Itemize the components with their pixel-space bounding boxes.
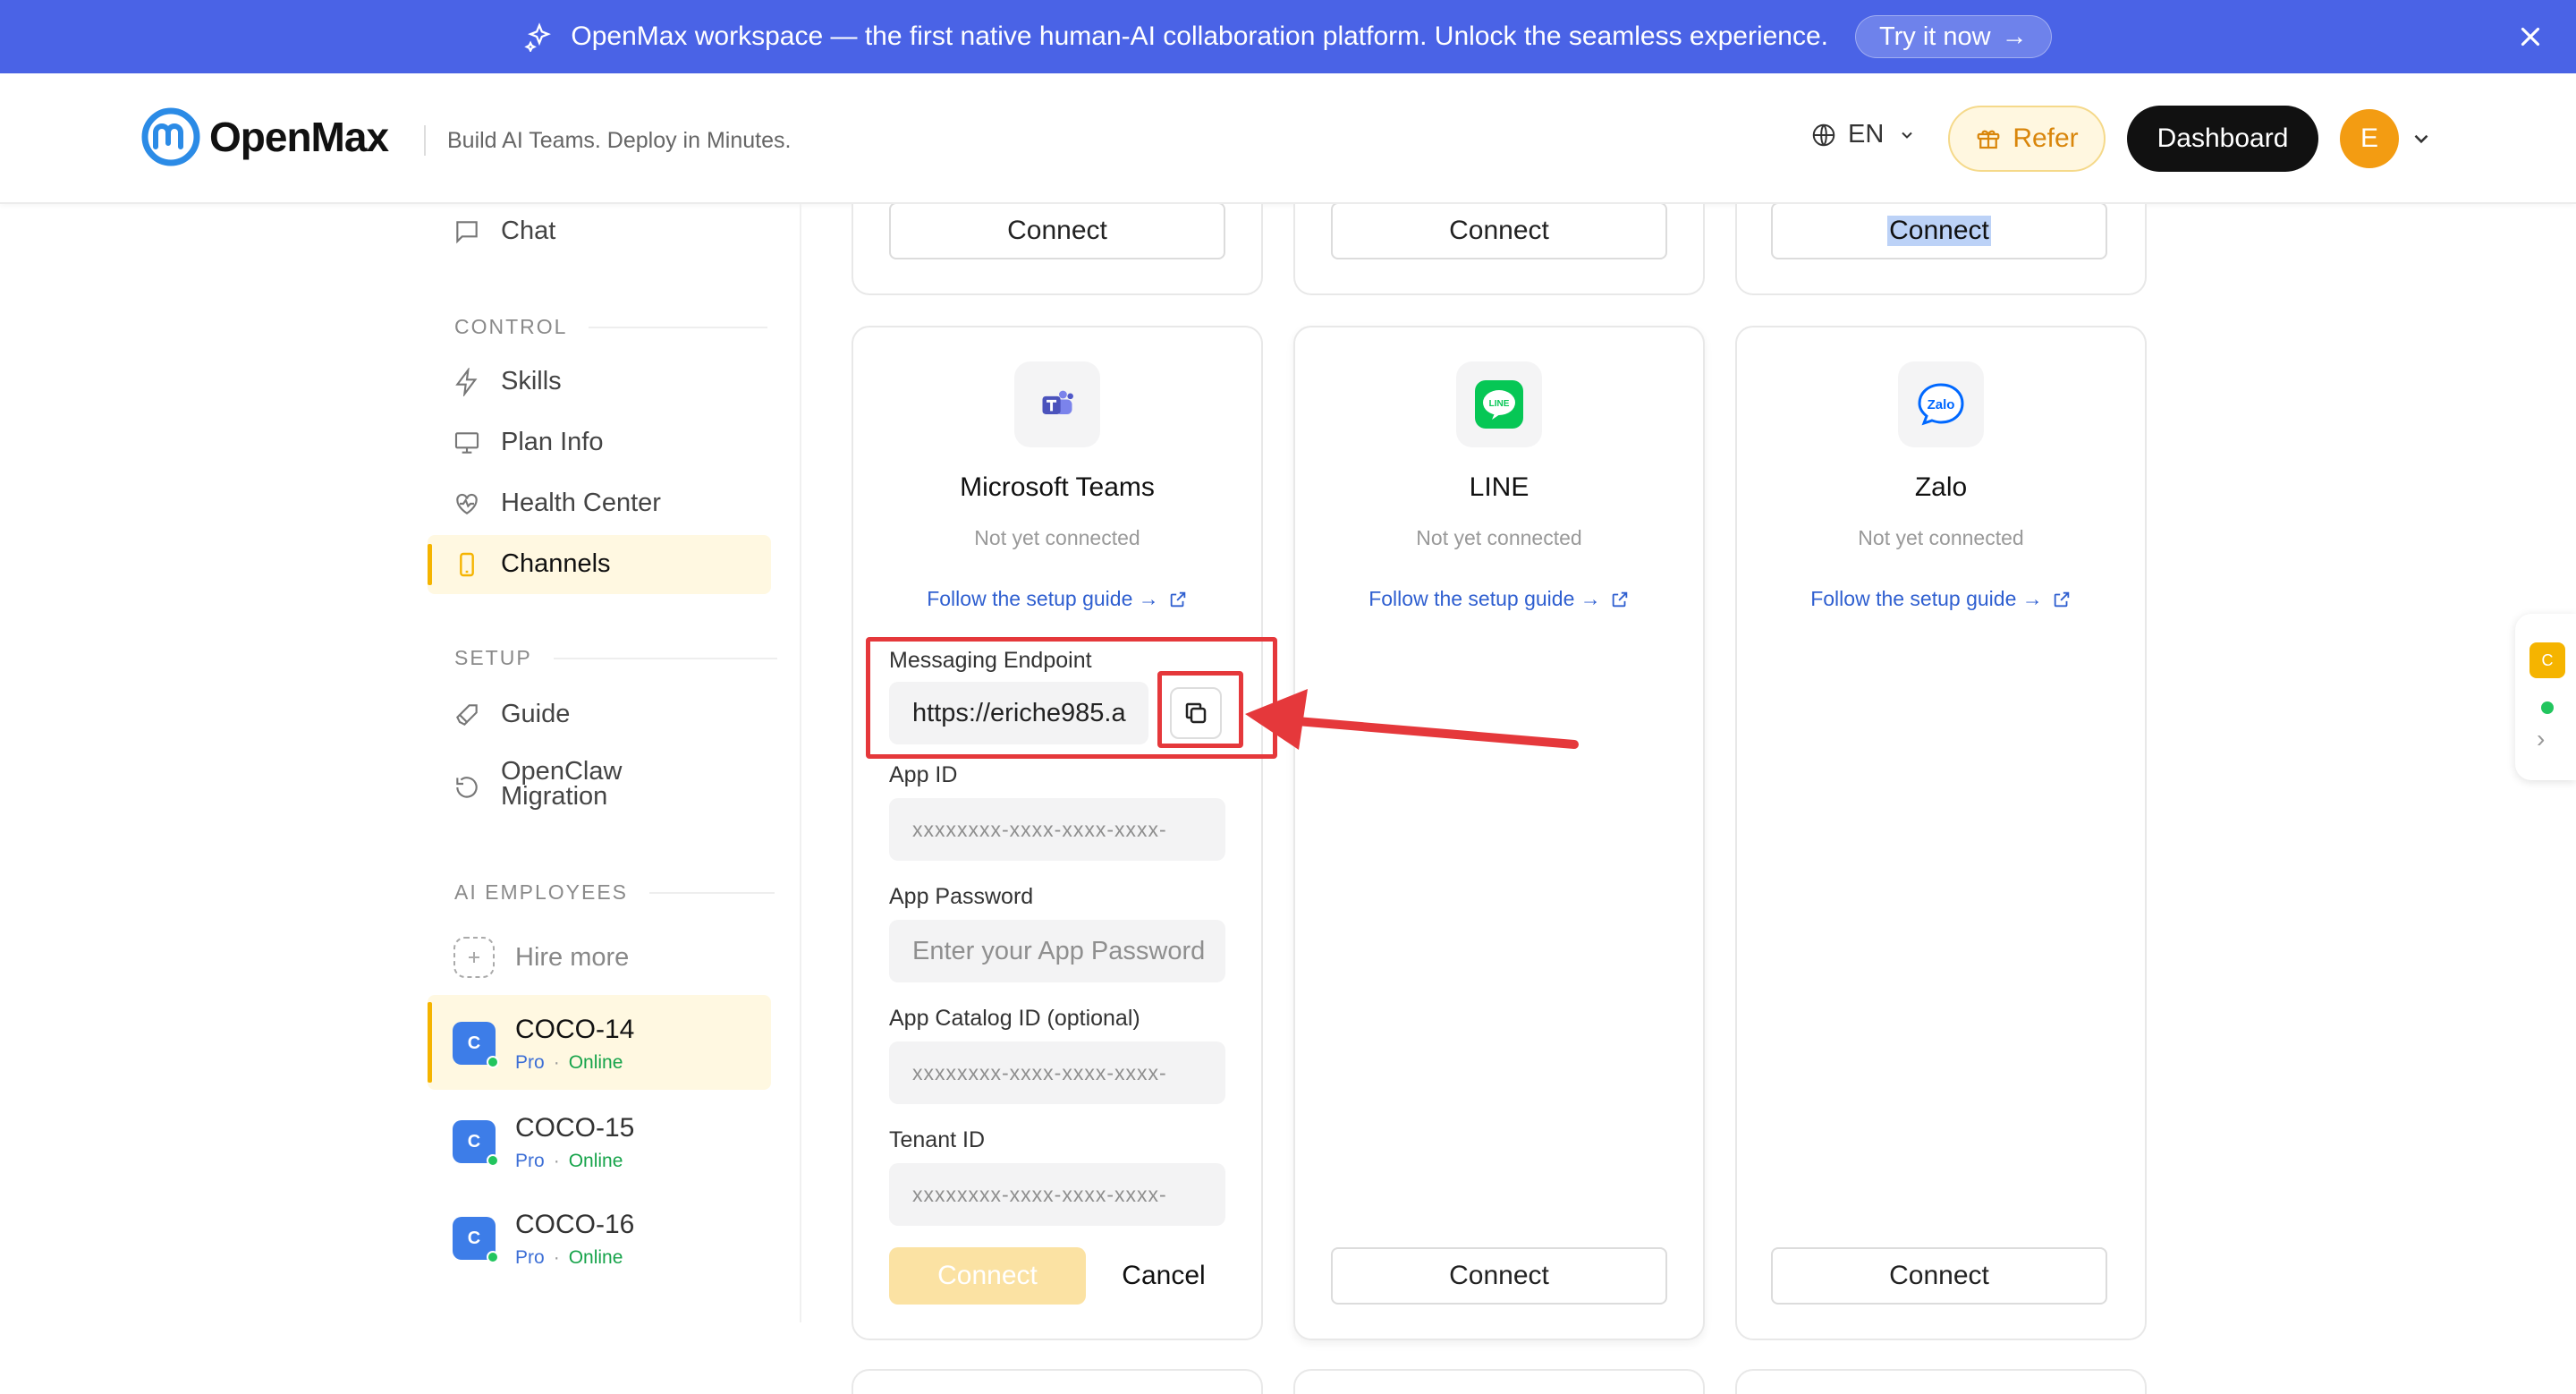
employee-meta: Pro · Online: [515, 1247, 623, 1268]
zalo-icon: Zalo: [1898, 361, 1984, 447]
channel-card-bottom-3: [1735, 1369, 2147, 1394]
promo-banner: OpenMax workspace — the first native hum…: [0, 0, 2576, 73]
selected-text: Connect: [1887, 216, 1991, 246]
online-dot: [2541, 701, 2554, 714]
active-item-indicator: [428, 544, 432, 585]
sidebar-item-guide[interactable]: Guide: [453, 700, 570, 729]
sidebar: [0, 204, 801, 1394]
setup-guide-link[interactable]: Follow the setup guide →: [1295, 587, 1703, 611]
chevron-down-icon[interactable]: [2410, 127, 2433, 150]
app-id-label: App ID: [889, 762, 958, 787]
sidebar-item-skills[interactable]: Skills: [453, 367, 562, 396]
svg-text:LINE: LINE: [1489, 399, 1510, 409]
app-id-input[interactable]: xxxxxxxx-xxxx-xxxx-xxxx-: [889, 798, 1225, 861]
chevron-down-icon: [1902, 132, 1913, 139]
tenant-id-label: Tenant ID: [889, 1127, 986, 1152]
brand-name: OpenMax: [209, 114, 389, 160]
app-password-label: App Password: [889, 884, 1034, 909]
app-catalog-id-label: App Catalog ID (optional): [889, 1006, 1140, 1031]
language-selector[interactable]: EN: [1810, 120, 1927, 149]
online-dot: [487, 1251, 499, 1263]
channel-card-bottom-2: [1293, 1369, 1705, 1394]
external-link-icon: [1170, 591, 1186, 607]
annotation-arrow-icon: [1245, 689, 1579, 750]
arrow-right-icon: →: [2001, 21, 2028, 51]
teams-connect-button[interactable]: Connect: [889, 1247, 1086, 1305]
zalo-connect-button[interactable]: Connect: [1771, 1247, 2107, 1305]
section-label-ai-employees: AI EMPLOYEES: [454, 880, 775, 905]
section-label-control: CONTROL: [454, 315, 768, 339]
dashboard-button[interactable]: Dashboard: [2127, 106, 2318, 172]
lightning-icon: [455, 367, 478, 396]
online-dot: [487, 1154, 499, 1167]
employee-meta: Pro · Online: [515, 1151, 623, 1171]
svg-text:Zalo: Zalo: [1928, 397, 1955, 412]
channel-name: LINE: [1469, 472, 1530, 502]
active-employee-indicator: [428, 1002, 432, 1083]
tenant-id-input[interactable]: xxxxxxxx-xxxx-xxxx-xxxx-: [889, 1163, 1225, 1226]
widget-avatar: C: [2529, 642, 2565, 678]
header-content: OpenMax Build AI Teams. Deploy in Minute…: [0, 73, 2576, 204]
refresh-icon: [456, 777, 478, 798]
line-icon: LINE: [1456, 361, 1542, 447]
banner-text: OpenMax workspace — the first native hum…: [571, 21, 1829, 51]
setup-guide-link[interactable]: Follow the setup guide →: [853, 587, 1261, 611]
globe-icon: [1812, 123, 1835, 146]
sidebar-item-chat[interactable]: Chat: [453, 217, 555, 246]
employee-name: COCO-14: [515, 1015, 635, 1044]
connect-button[interactable]: Connect: [1771, 202, 2107, 259]
setup-guide-link[interactable]: Follow the setup guide →: [1737, 587, 2145, 611]
openmax-logo-icon: [141, 107, 200, 166]
section-label-setup: SETUP: [454, 646, 777, 670]
chat-icon: [456, 220, 478, 243]
employee-name: COCO-16: [515, 1210, 635, 1239]
app-catalog-id-input[interactable]: xxxxxxxx-xxxx-xxxx-xxxx-: [889, 1041, 1225, 1104]
channel-name: Microsoft Teams: [960, 472, 1155, 502]
close-icon[interactable]: [2515, 21, 2546, 52]
monitor-icon: [454, 431, 479, 454]
external-link-icon: [2054, 591, 2070, 607]
channel-name: Zalo: [1914, 472, 1968, 502]
employee-meta: Pro · Online: [515, 1052, 623, 1073]
connect-button[interactable]: Connect: [889, 202, 1225, 259]
tagline: Build AI Teams. Deploy in Minutes.: [424, 125, 791, 156]
sparkle-icon: [524, 21, 555, 52]
phone-icon: [460, 552, 474, 576]
sidebar-item-channels[interactable]: Channels: [453, 549, 611, 579]
annotation-copy-highlight: [1157, 671, 1243, 748]
sidebar-item-health-center[interactable]: Health Center: [453, 489, 661, 518]
sidebar-item-openclaw-migration[interactable]: OpenClaw Migration: [453, 759, 622, 810]
channel-status: Not yet connected: [1416, 526, 1582, 549]
microsoft-teams-icon: [1014, 361, 1100, 447]
channel-status: Not yet connected: [1858, 526, 2024, 549]
sidebar-divider: [800, 204, 801, 1322]
hire-more-button[interactable]: Hire more: [453, 936, 629, 979]
user-avatar[interactable]: E: [2340, 109, 2399, 168]
channel-card-bottom-1: [852, 1369, 1263, 1394]
chevron-right-icon[interactable]: ›: [2537, 725, 2545, 753]
connect-button[interactable]: Connect: [1331, 202, 1667, 259]
channel-status: Not yet connected: [974, 526, 1140, 549]
app-password-input[interactable]: Enter your App Password: [889, 920, 1225, 982]
brand-logo[interactable]: OpenMax: [141, 107, 389, 166]
try-it-now-button[interactable]: Try it now →: [1855, 15, 2052, 58]
floating-employee-widget[interactable]: C ›: [2515, 614, 2576, 780]
heart-pulse-icon: [456, 493, 478, 514]
gift-icon: [1977, 130, 2000, 149]
employee-name: COCO-15: [515, 1113, 635, 1143]
refer-button[interactable]: Refer: [1948, 106, 2106, 172]
sidebar-item-plan-info[interactable]: Plan Info: [453, 428, 603, 457]
cancel-button[interactable]: Cancel: [1102, 1247, 1225, 1305]
rocket-icon: [456, 703, 478, 726]
online-dot: [487, 1056, 499, 1068]
add-icon: [453, 937, 495, 978]
external-link-icon: [1612, 591, 1628, 607]
line-connect-button[interactable]: Connect: [1331, 1247, 1667, 1305]
